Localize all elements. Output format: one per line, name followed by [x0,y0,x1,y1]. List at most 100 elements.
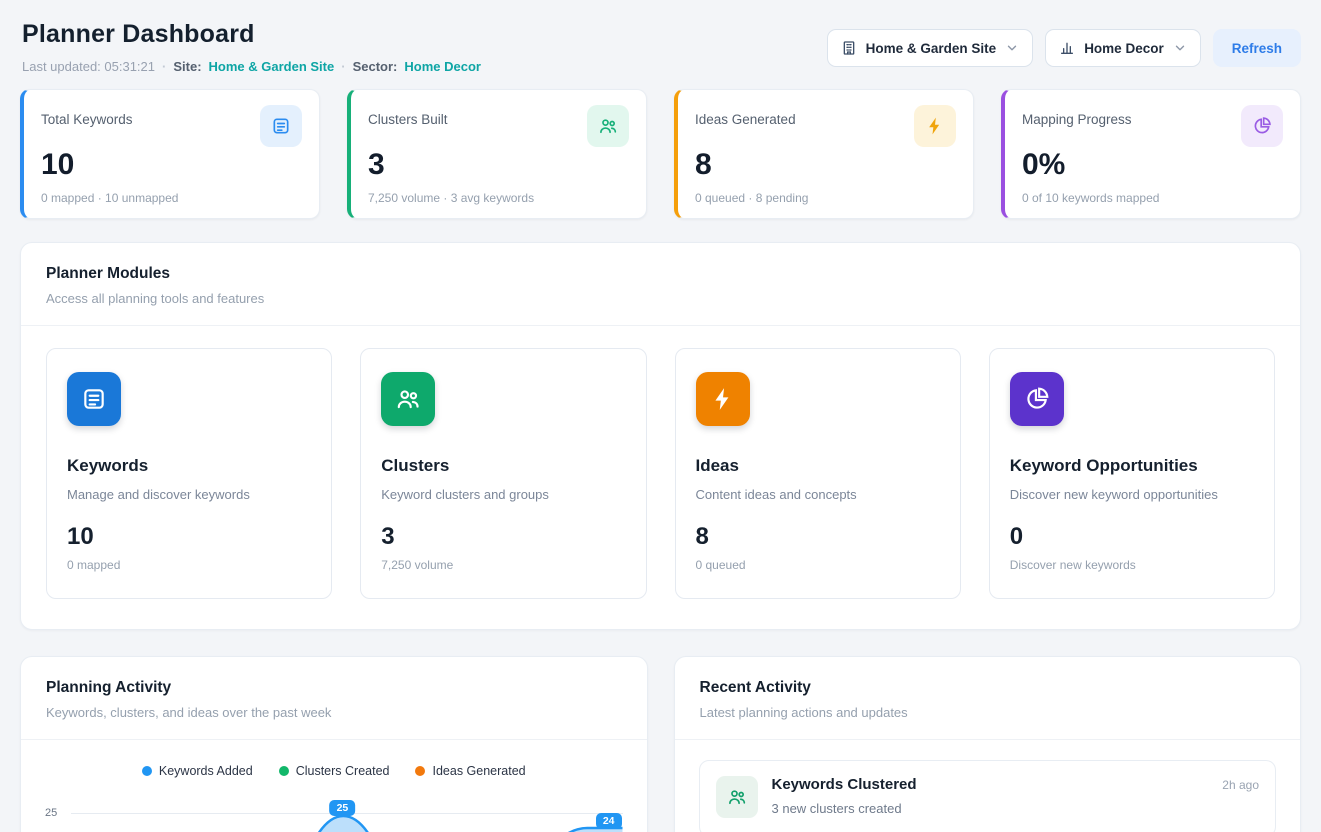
meta-line: Last updated: 05:31:21 · Site: Home & Ga… [22,59,481,74]
activity-item-detail: 3 new clusters created [772,801,1209,816]
users-icon [716,776,758,818]
legend-item-keywords-added: Keywords Added [142,764,253,778]
planner-dashboard-page: Planner Dashboard Last updated: 05:31:21… [0,0,1321,832]
module-card-ideas[interactable]: Ideas Content ideas and concepts 8 0 que… [675,348,961,599]
module-detail: Discover new keywords [1010,558,1254,572]
module-card-keyword-opportunities[interactable]: Keyword Opportunities Discover new keywo… [989,348,1275,599]
site-picker-value: Home & Garden Site [866,41,997,56]
card-title: Planning Activity [46,679,622,697]
site-label: Site: [173,59,201,74]
stat-card-clusters-built: Clusters Built 3 7,250 volume · 3 avg ke… [347,89,647,219]
card-title: Recent Activity [700,679,1276,697]
stat-label: Ideas Generated [695,105,796,127]
header: Planner Dashboard Last updated: 05:31:21… [0,0,1321,74]
y-axis-tick: 25 [45,807,57,819]
site-link[interactable]: Home & Garden Site [209,59,335,74]
module-description: Discover new keyword opportunities [1010,487,1254,502]
module-detail: 0 mapped [67,558,311,572]
pie-chart-icon [1010,372,1064,426]
activity-item-main: Keywords Clustered 3 new clusters create… [772,776,1209,816]
module-detail: 0 queued [696,558,940,572]
panel-title: Planner Modules [46,265,1275,283]
bolt-icon [914,105,956,147]
stat-detail: 7,250 volume · 3 avg keywords [368,191,629,205]
module-value: 8 [696,523,940,551]
module-card-clusters[interactable]: Clusters Keyword clusters and groups 3 7… [360,348,646,599]
legend-dot-green [279,766,289,776]
sector-label: Sector: [353,59,398,74]
stat-value: 3 [368,148,629,182]
stat-label: Total Keywords [41,105,133,127]
last-updated-text: Last updated: 05:31:21 [22,59,155,74]
activity-list: Keywords Clustered 3 new clusters create… [675,740,1301,832]
legend-item-clusters-created: Clusters Created [279,764,390,778]
stats-row: Total Keywords 10 0 mapped · 10 unmapped… [20,89,1301,219]
chevron-down-icon [1005,41,1019,55]
chart-legend: Keywords Added Clusters Created Ideas Ge… [45,764,623,778]
legend-label: Clusters Created [296,764,390,778]
site-picker-dropdown[interactable]: Home & Garden Site [827,29,1034,67]
sector-picker-dropdown[interactable]: Home Decor [1045,29,1201,67]
stat-value: 10 [41,148,302,182]
pie-chart-icon [1241,105,1283,147]
planner-modules-panel: Planner Modules Access all planning tool… [20,242,1301,630]
modules-grid: Keywords Manage and discover keywords 10… [21,326,1300,629]
bottom-row: Planning Activity Keywords, clusters, an… [20,656,1301,832]
module-title: Clusters [381,456,625,476]
card-head: Recent Activity Latest planning actions … [675,657,1301,739]
stat-value: 0% [1022,148,1283,182]
point-label-badge: 24 [596,813,622,829]
document-icon [67,372,121,426]
sector-link[interactable]: Home Decor [404,59,481,74]
module-title: Keyword Opportunities [1010,456,1254,476]
document-icon [260,105,302,147]
module-value: 10 [67,523,311,551]
sector-picker-value: Home Decor [1084,41,1164,56]
stat-card-total-keywords: Total Keywords 10 0 mapped · 10 unmapped [20,89,320,219]
stat-card-mapping-progress: Mapping Progress 0% 0 of 10 keywords map… [1001,89,1301,219]
header-controls: Home & Garden Site Home Decor Refresh [827,29,1301,67]
module-description: Content ideas and concepts [696,487,940,502]
planning-activity-card: Planning Activity Keywords, clusters, an… [20,656,648,832]
recent-activity-card: Recent Activity Latest planning actions … [674,656,1302,832]
stat-label: Mapping Progress [1022,105,1132,127]
users-icon [381,372,435,426]
activity-list-item: Keywords Clustered 3 new clusters create… [699,760,1277,832]
point-label-badge: 25 [330,800,356,816]
activity-area-chart: 25 25 24 [45,794,623,832]
building-icon [841,40,857,56]
legend-dot-orange [415,766,425,776]
stat-detail: 0 of 10 keywords mapped [1022,191,1283,205]
card-subtitle: Keywords, clusters, and ideas over the p… [46,705,622,720]
panel-head: Planner Modules Access all planning tool… [21,243,1300,325]
module-card-keywords[interactable]: Keywords Manage and discover keywords 10… [46,348,332,599]
chevron-down-icon [1173,41,1187,55]
legend-dot-blue [142,766,152,776]
module-detail: 7,250 volume [381,558,625,572]
users-icon [587,105,629,147]
panel-subtitle: Access all planning tools and features [46,291,1275,306]
legend-label: Keywords Added [159,764,253,778]
module-description: Keyword clusters and groups [381,487,625,502]
bar-chart-icon [1059,40,1075,56]
stat-detail: 0 queued · 8 pending [695,191,956,205]
stat-card-ideas-generated: Ideas Generated 8 0 queued · 8 pending [674,89,974,219]
card-head: Planning Activity Keywords, clusters, an… [21,657,647,739]
header-left: Planner Dashboard Last updated: 05:31:21… [22,20,481,74]
module-value: 3 [381,523,625,551]
module-title: Keywords [67,456,311,476]
activity-item-time: 2h ago [1222,776,1259,792]
chart-body: Keywords Added Clusters Created Ideas Ge… [21,740,647,832]
activity-item-title: Keywords Clustered [772,776,1209,793]
dot-separator: · [162,59,166,74]
legend-item-ideas-generated: Ideas Generated [415,764,525,778]
dot-separator: · [341,59,345,74]
module-description: Manage and discover keywords [67,487,311,502]
stat-value: 8 [695,148,956,182]
module-title: Ideas [696,456,940,476]
refresh-button[interactable]: Refresh [1213,29,1301,67]
stat-detail: 0 mapped · 10 unmapped [41,191,302,205]
bolt-icon [696,372,750,426]
page-title: Planner Dashboard [22,20,481,49]
stat-label: Clusters Built [368,105,448,127]
